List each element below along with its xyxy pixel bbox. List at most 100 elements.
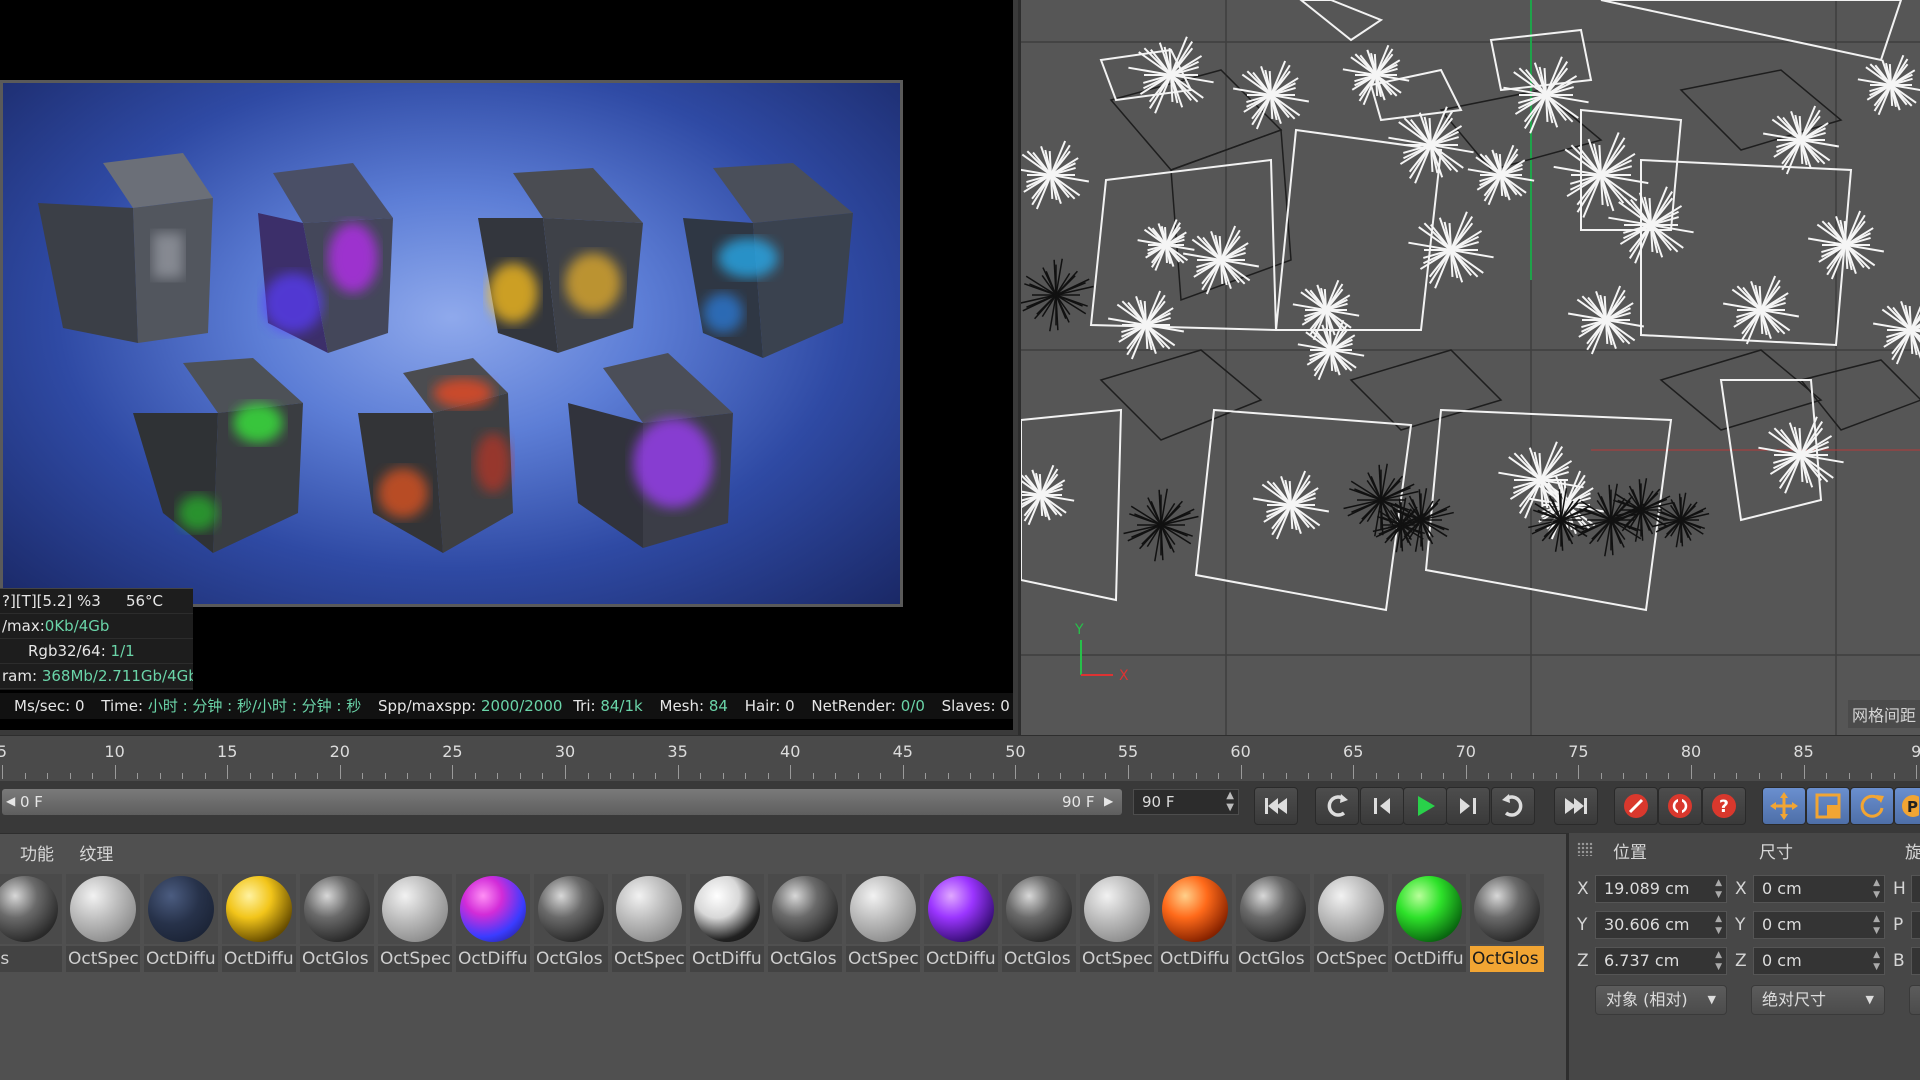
timeline-minor-tick [1758,773,1760,779]
material-item[interactable]: OctSpec [378,874,456,974]
range-left-arrow-icon[interactable]: ◀ [6,794,15,808]
size-z-field[interactable]: 0 cm ▲ ▼ [1753,947,1885,975]
material-item[interactable]: OctDiffu [1158,874,1236,974]
svg-text:P: P [1907,798,1918,816]
material-name: OctGlos [534,946,608,972]
rotation-b-field[interactable] [1911,947,1920,975]
timeline-ruler[interactable]: 5 10 15 20 25 30 35 40 45 50 55 60 65 70 75 80 85 9 [0,735,1920,781]
timeline-tick-label: 10 [104,742,125,761]
material-sphere-preview [616,876,682,942]
timeline-minor-tick [1443,773,1445,779]
timeline-minor-tick [1060,773,1062,779]
spinner-icon[interactable]: ▲ ▼ [1715,949,1722,973]
key-parameter-button[interactable]: P [1894,787,1920,825]
material-name: os [0,946,62,972]
material-item[interactable]: OctSpec [1080,874,1158,974]
rotate-icon [1860,794,1884,818]
drag-grip-icon[interactable] [1577,842,1593,856]
size-x-field[interactable]: 0 cm ▲ ▼ [1753,875,1885,903]
timeline-tick-label: 15 [217,742,238,761]
timeline-major-tick [902,765,904,779]
next-frame-button[interactable] [1446,787,1490,825]
size-mode-dropdown[interactable]: 绝对尺寸 ▼ [1751,985,1885,1015]
spinner-icon[interactable]: ▲ ▼ [1715,877,1722,901]
record-keys-button[interactable] [1614,787,1658,825]
timeline-minor-tick [700,773,702,779]
material-item[interactable]: os [0,874,66,974]
play-button[interactable] [1403,787,1447,825]
material-name: OctDiffu [924,946,998,972]
editor-viewport[interactable]: Y X 网格间距 [1018,0,1920,735]
size-y-field[interactable]: 0 cm ▲ ▼ [1753,911,1885,939]
spinner-icon[interactable]: ▲ ▼ [1873,949,1880,973]
netrender-label: NetRender: [811,697,896,715]
material-item[interactable]: OctSpec [1314,874,1392,974]
timeline-minor-tick [1398,773,1400,779]
material-item[interactable]: OctGlos [768,874,846,974]
material-thumbnail [0,874,62,944]
material-item[interactable]: OctGlos [300,874,378,974]
range-right-arrow-icon[interactable]: ▶ [1104,794,1113,808]
material-sphere-preview [226,876,292,942]
material-item[interactable]: OctGlos [1236,874,1314,974]
material-thumbnail [1236,874,1310,944]
material-item[interactable]: OctDiffu [222,874,300,974]
position-x-field[interactable]: 19.089 cm ▲ ▼ [1595,875,1727,903]
next-key-button[interactable] [1491,787,1535,825]
stats-mem-value: 0Kb/4Gb [44,617,110,635]
timeline-minor-tick [812,773,814,779]
spinner-icon[interactable]: ▲ ▼ [1226,790,1234,814]
rotation-p-field[interactable] [1911,911,1920,939]
time-label: Time: [101,697,144,715]
step-back-icon [1374,798,1390,814]
render-preview-image[interactable] [0,80,903,607]
auto-key-button[interactable] [1658,787,1702,825]
rotation-h-field[interactable] [1911,875,1920,903]
go-to-start-button[interactable] [1254,787,1298,825]
stats-row-vram: ram: 368Mb/2.711Gb/4Gb [0,664,193,689]
spinner-icon[interactable]: ▲ ▼ [1715,913,1722,937]
material-thumbnail [690,874,764,944]
cube-green [133,358,303,553]
go-to-end-button[interactable] [1554,787,1598,825]
timeline-major-tick [1015,765,1017,779]
material-item[interactable]: OctDiffu [456,874,534,974]
spinner-icon[interactable]: ▲ ▼ [1873,913,1880,937]
size-z-label: Z [1735,951,1747,971]
material-item[interactable]: OctDiffu [1392,874,1470,974]
key-scale-button[interactable] [1806,787,1850,825]
coordinate-mode-dropdown[interactable]: 对象 (相对) ▼ [1595,985,1727,1015]
position-z-field[interactable]: 6.737 cm ▲ ▼ [1595,947,1727,975]
next-key-icon [1502,794,1523,817]
key-position-button[interactable] [1762,787,1806,825]
material-item[interactable]: OctDiffu [690,874,768,974]
previous-frame-button[interactable] [1360,787,1404,825]
key-rotation-button[interactable] [1850,787,1894,825]
pos-x-label: X [1577,879,1589,899]
menu-texture[interactable]: 纹理 [79,845,113,865]
material-item[interactable]: OctDiffu [924,874,1002,974]
spinner-icon[interactable]: ▲ ▼ [1873,877,1880,901]
material-item[interactable]: OctSpec [612,874,690,974]
position-y-field[interactable]: 30.606 cm ▲ ▼ [1595,911,1727,939]
timeline-tick-label: 85 [1793,742,1814,761]
timeline-major-tick [1465,765,1467,779]
end-frame-field[interactable]: 90 F ▲ ▼ [1133,789,1239,815]
material-thumbnail [1314,874,1388,944]
material-item[interactable]: OctGlos [534,874,612,974]
material-item[interactable]: OctGlos [1470,874,1548,974]
menu-function[interactable]: 功能 [20,845,54,865]
keyframe-selection-button[interactable]: ? [1702,787,1746,825]
apply-button[interactable] [1909,985,1920,1015]
previous-key-icon [1327,794,1348,817]
material-item[interactable]: OctSpec [846,874,924,974]
size-y-label: Y [1735,915,1746,935]
material-item[interactable]: OctDiffu [144,874,222,974]
play-icon [1418,796,1435,816]
material-item[interactable]: OctSpec [66,874,144,974]
frame-range-slider[interactable]: ◀ 0 F 90 F ▶ [2,789,1122,815]
svg-text:?: ? [1719,797,1729,817]
material-item[interactable]: OctGlos [1002,874,1080,974]
position-header: 位置 [1613,843,1647,863]
previous-key-button[interactable] [1315,787,1359,825]
